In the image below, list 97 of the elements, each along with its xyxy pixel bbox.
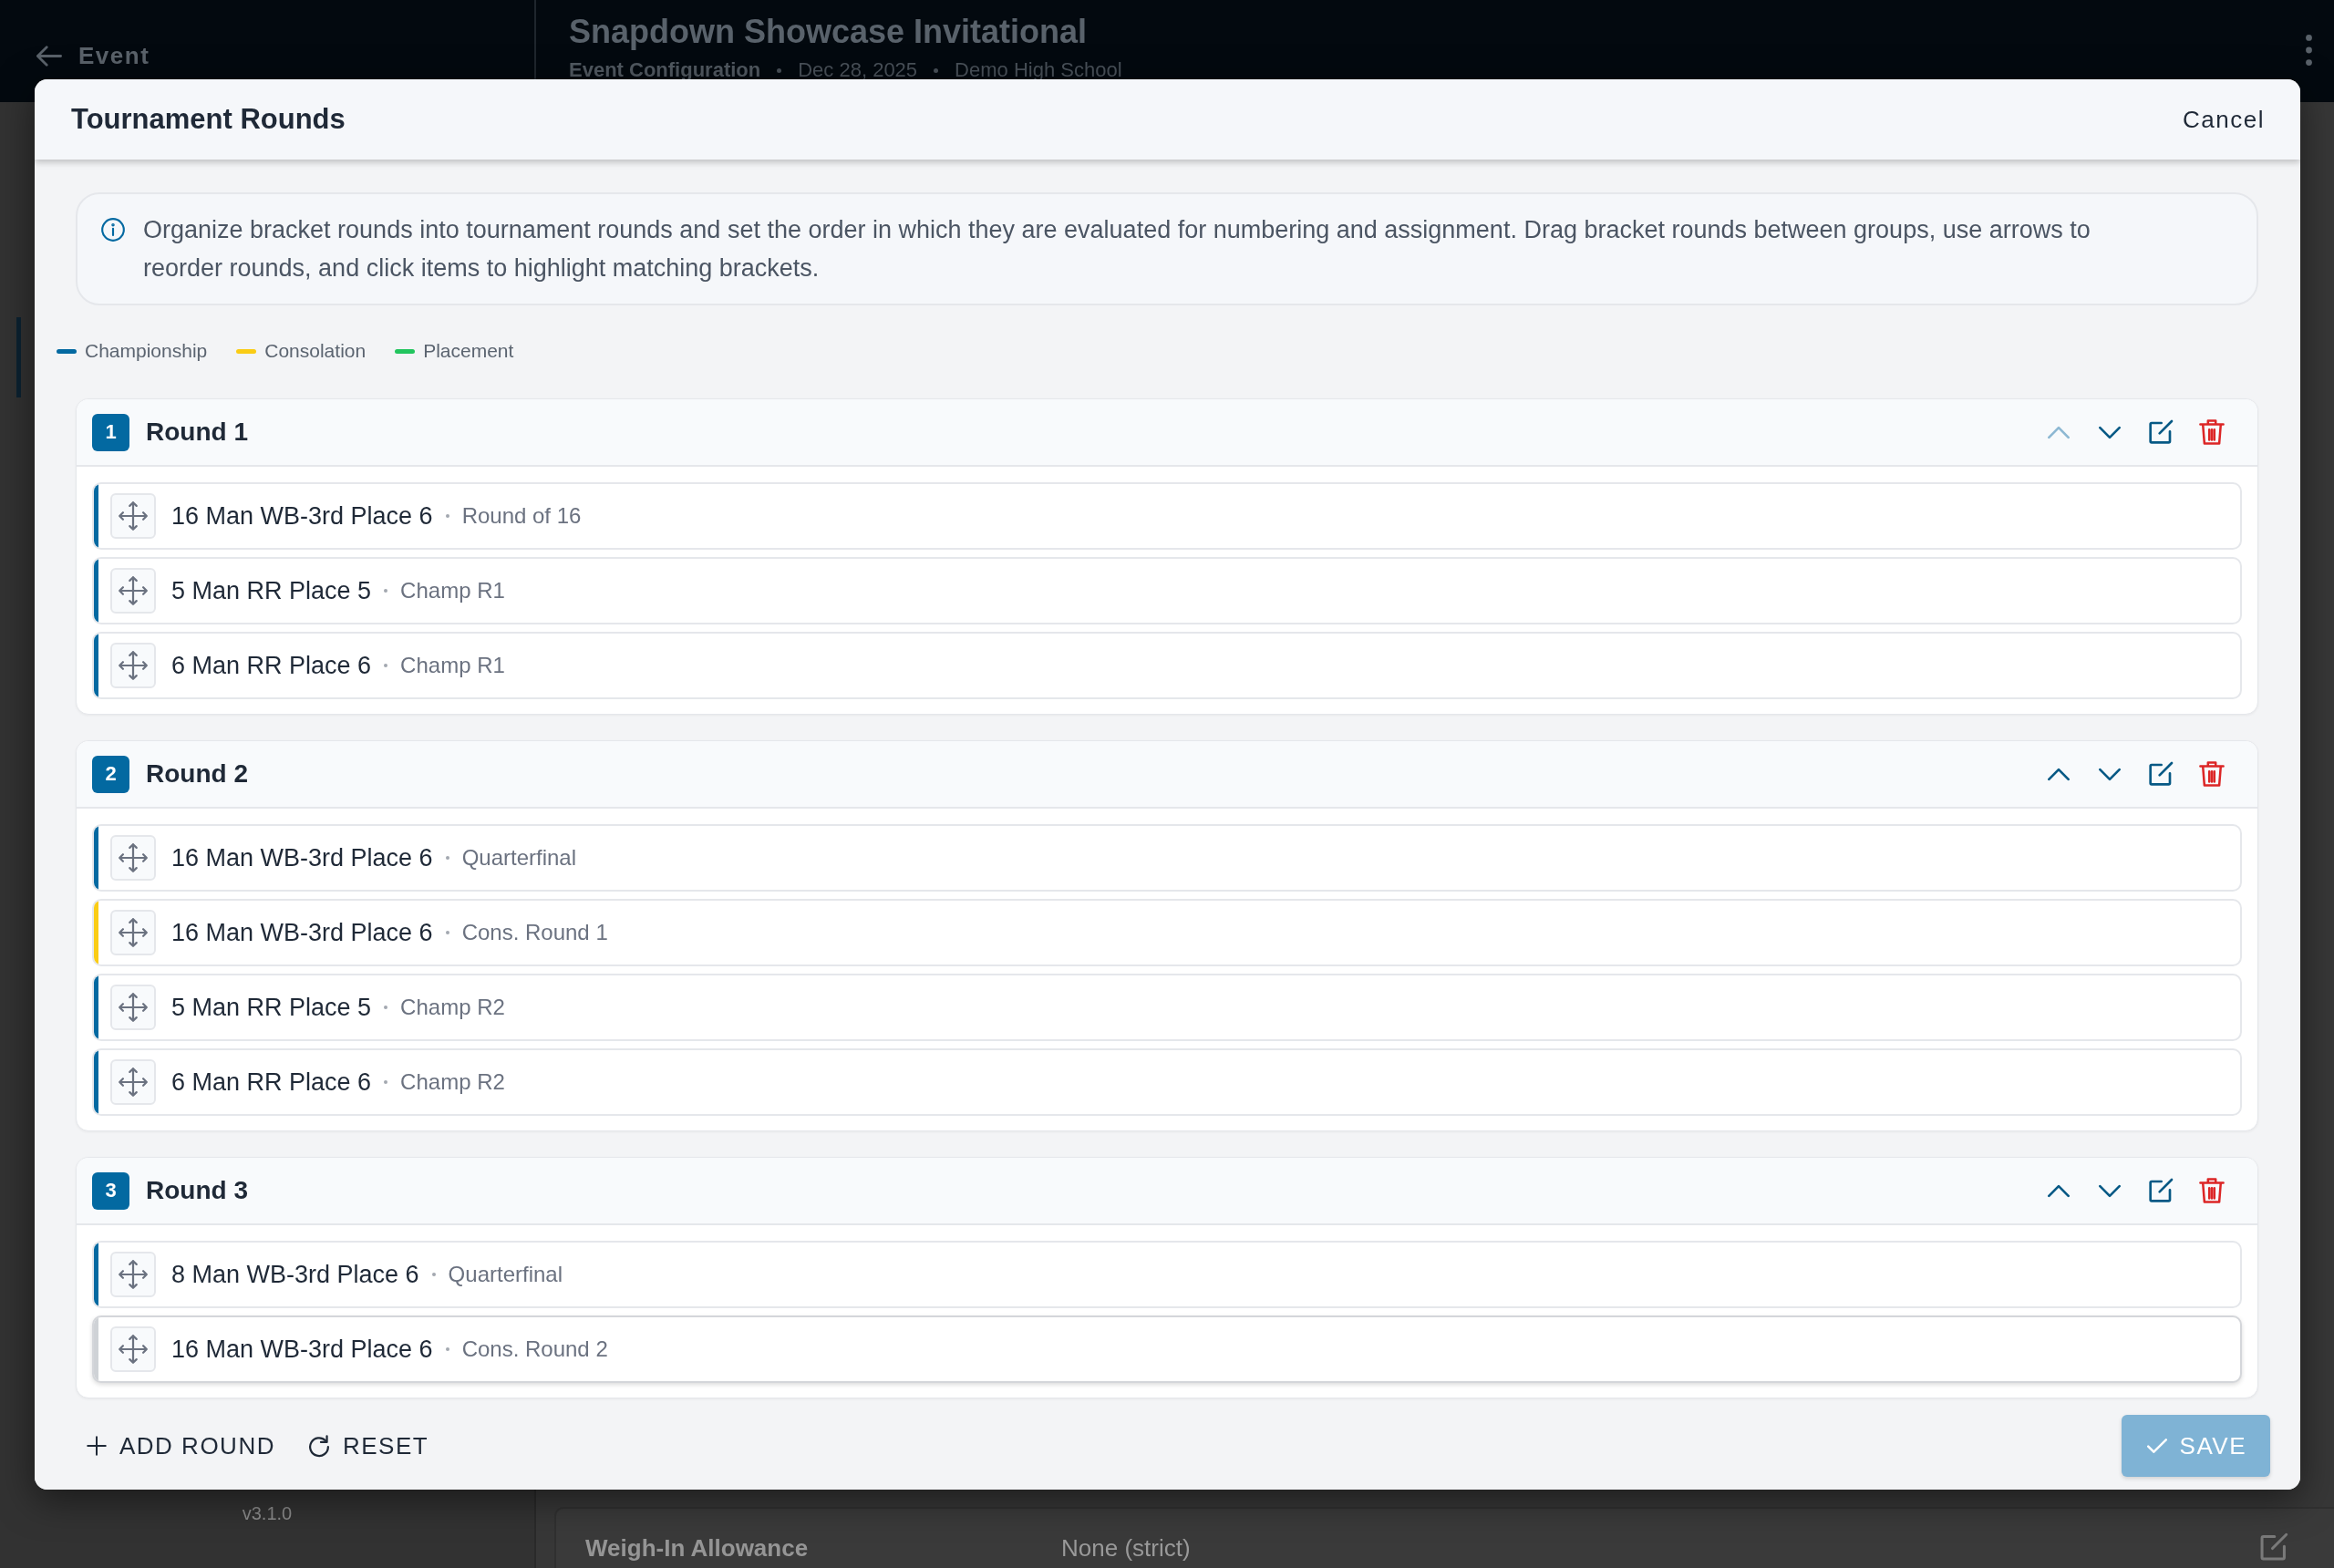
chevron-down-icon (2099, 767, 2121, 781)
round-title: Round 3 (146, 1176, 249, 1205)
round-number-badge: 3 (92, 1171, 129, 1210)
bracket-round-item[interactable]: 16 Man WB-3rd Place 6 Round of 16 (92, 482, 2242, 550)
bracket-round-label: Quarterfinal (448, 1262, 563, 1287)
event-meta-text: Event Configuration (569, 58, 761, 82)
separator-dot-icon (384, 1006, 388, 1009)
trash-icon (2199, 418, 2225, 446)
bracket-round-item[interactable]: 6 Man RR Place 6 Champ R1 (92, 632, 2242, 699)
cancel-button[interactable]: Cancel (2183, 98, 2265, 141)
event-title: Snapdown Showcase Invitational (569, 13, 1089, 51)
separator-dot-icon (777, 67, 782, 73)
bracket-round-label: Champ R1 (400, 653, 505, 678)
separator-dot-icon (934, 67, 939, 73)
legend-label: Placement (423, 340, 514, 362)
separator-dot-icon (384, 664, 388, 667)
chevron-up-icon (2048, 425, 2070, 439)
separator-dot-icon (445, 1347, 449, 1351)
drag-handle[interactable] (110, 1252, 156, 1297)
kebab-menu-icon (2306, 35, 2312, 66)
bracket-round-label: Champ R2 (400, 995, 505, 1020)
round-number-badge: 2 (92, 755, 129, 793)
move-arrows-icon (119, 1260, 148, 1289)
event-meta-text: Demo High School (955, 58, 1122, 82)
separator-dot-icon (445, 931, 449, 934)
round-title: Round 1 (146, 418, 249, 447)
bracket-round-label: Round of 16 (461, 503, 582, 529)
drag-handle[interactable] (110, 493, 156, 539)
drag-handle[interactable] (110, 985, 156, 1030)
drag-handle[interactable] (110, 1059, 156, 1105)
separator-dot-icon (384, 1080, 388, 1084)
event-meta-text: Dec 28, 2025 (798, 58, 918, 82)
bracket-round-label: Cons. Round 2 (461, 1336, 608, 1362)
reset-button[interactable]: RESET (307, 1422, 429, 1470)
edit-icon (2148, 761, 2174, 787)
setting-value: None (strict) (1061, 1534, 1192, 1563)
move-arrows-icon (119, 918, 148, 947)
chevron-down-icon (2099, 425, 2121, 439)
move-arrows-icon (119, 651, 148, 680)
separator-dot-icon (445, 514, 449, 518)
bracket-round-item[interactable]: 16 Man WB-3rd Place 6 Cons. Round 1 (92, 899, 2242, 966)
round-title: Round 2 (146, 759, 249, 789)
bracket-round-label: Quarterfinal (461, 845, 576, 871)
move-arrows-icon (119, 576, 148, 605)
info-icon (101, 218, 125, 242)
bracket-name: 16 Man WB-3rd Place 6 (171, 501, 433, 531)
bracket-round-item[interactable]: 6 Man RR Place 6 Champ R2 (92, 1048, 2242, 1116)
bracket-name: 6 Man RR Place 6 (171, 651, 372, 680)
bracket-name: 16 Man WB-3rd Place 6 (171, 1335, 433, 1364)
bracket-name: 5 Man RR Place 5 (171, 993, 372, 1022)
chevron-up-icon (2048, 767, 2070, 781)
drag-handle[interactable] (110, 910, 156, 955)
bracket-name: 6 Man RR Place 6 (171, 1068, 372, 1097)
bracket-name: 16 Man WB-3rd Place 6 (171, 918, 433, 947)
separator-dot-icon (431, 1273, 436, 1276)
bracket-round-item[interactable]: 16 Man WB-3rd Place 6 Cons. Round 2 (92, 1315, 2242, 1383)
bracket-round-item[interactable]: 5 Man RR Place 5 Champ R1 (92, 557, 2242, 624)
bracket-round-item[interactable]: 5 Man RR Place 5 Champ R2 (92, 974, 2242, 1041)
arrow-left-icon (36, 45, 62, 67)
dialog-title: Tournament Rounds (71, 103, 346, 136)
drag-handle[interactable] (110, 643, 156, 688)
check-icon (2146, 1439, 2167, 1453)
bracket-round-label: Cons. Round 1 (461, 920, 608, 945)
trash-icon (2199, 1177, 2225, 1204)
legend-label: Consolation (264, 340, 367, 362)
plus-icon (87, 1436, 107, 1456)
move-arrows-icon (119, 993, 148, 1022)
bracket-name: 16 Man WB-3rd Place 6 (171, 843, 433, 872)
bracket-round-item[interactable]: 16 Man WB-3rd Place 6 Quarterfinal (92, 824, 2242, 892)
chevron-down-icon (2099, 1183, 2121, 1198)
bracket-round-item[interactable]: 8 Man WB-3rd Place 6 Quarterfinal (92, 1241, 2242, 1308)
move-arrows-icon (119, 1335, 148, 1364)
bracket-name: 8 Man WB-3rd Place 6 (171, 1260, 419, 1289)
info-text: Organize bracket rounds into tournament rounds and set the order in which they are evaluated for numbering and assignment. Drag bracket rounds between groups, use arrows to reorder rounds, and click items to highlight matching brackets. (143, 215, 2091, 284)
legend-label: Championship (85, 340, 208, 362)
version-text: v3.1.0 (242, 1503, 293, 1524)
add-round-button[interactable]: ADD ROUND (87, 1422, 275, 1470)
drag-handle[interactable] (110, 1326, 156, 1372)
separator-dot-icon (445, 856, 449, 860)
drag-handle[interactable] (110, 568, 156, 614)
move-arrows-icon (119, 1068, 148, 1097)
bracket-name: 5 Man RR Place 5 (171, 576, 372, 605)
bracket-round-label: Champ R1 (400, 578, 505, 603)
bracket-round-label: Champ R2 (400, 1069, 505, 1095)
move-arrows-icon (119, 501, 148, 531)
more-options-button[interactable] (2306, 35, 2312, 66)
reset-icon (307, 1434, 330, 1458)
drag-handle[interactable] (110, 835, 156, 881)
trash-icon (2199, 760, 2225, 788)
move-arrows-icon (119, 843, 148, 872)
chevron-up-icon (2048, 1183, 2070, 1198)
edit-icon (2148, 1178, 2174, 1203)
separator-dot-icon (384, 589, 388, 593)
setting-label: Weigh-In Allowance (585, 1534, 810, 1563)
round-number-badge: 1 (92, 413, 129, 451)
edit-icon (2148, 419, 2174, 445)
edit-icon (2259, 1532, 2288, 1562)
